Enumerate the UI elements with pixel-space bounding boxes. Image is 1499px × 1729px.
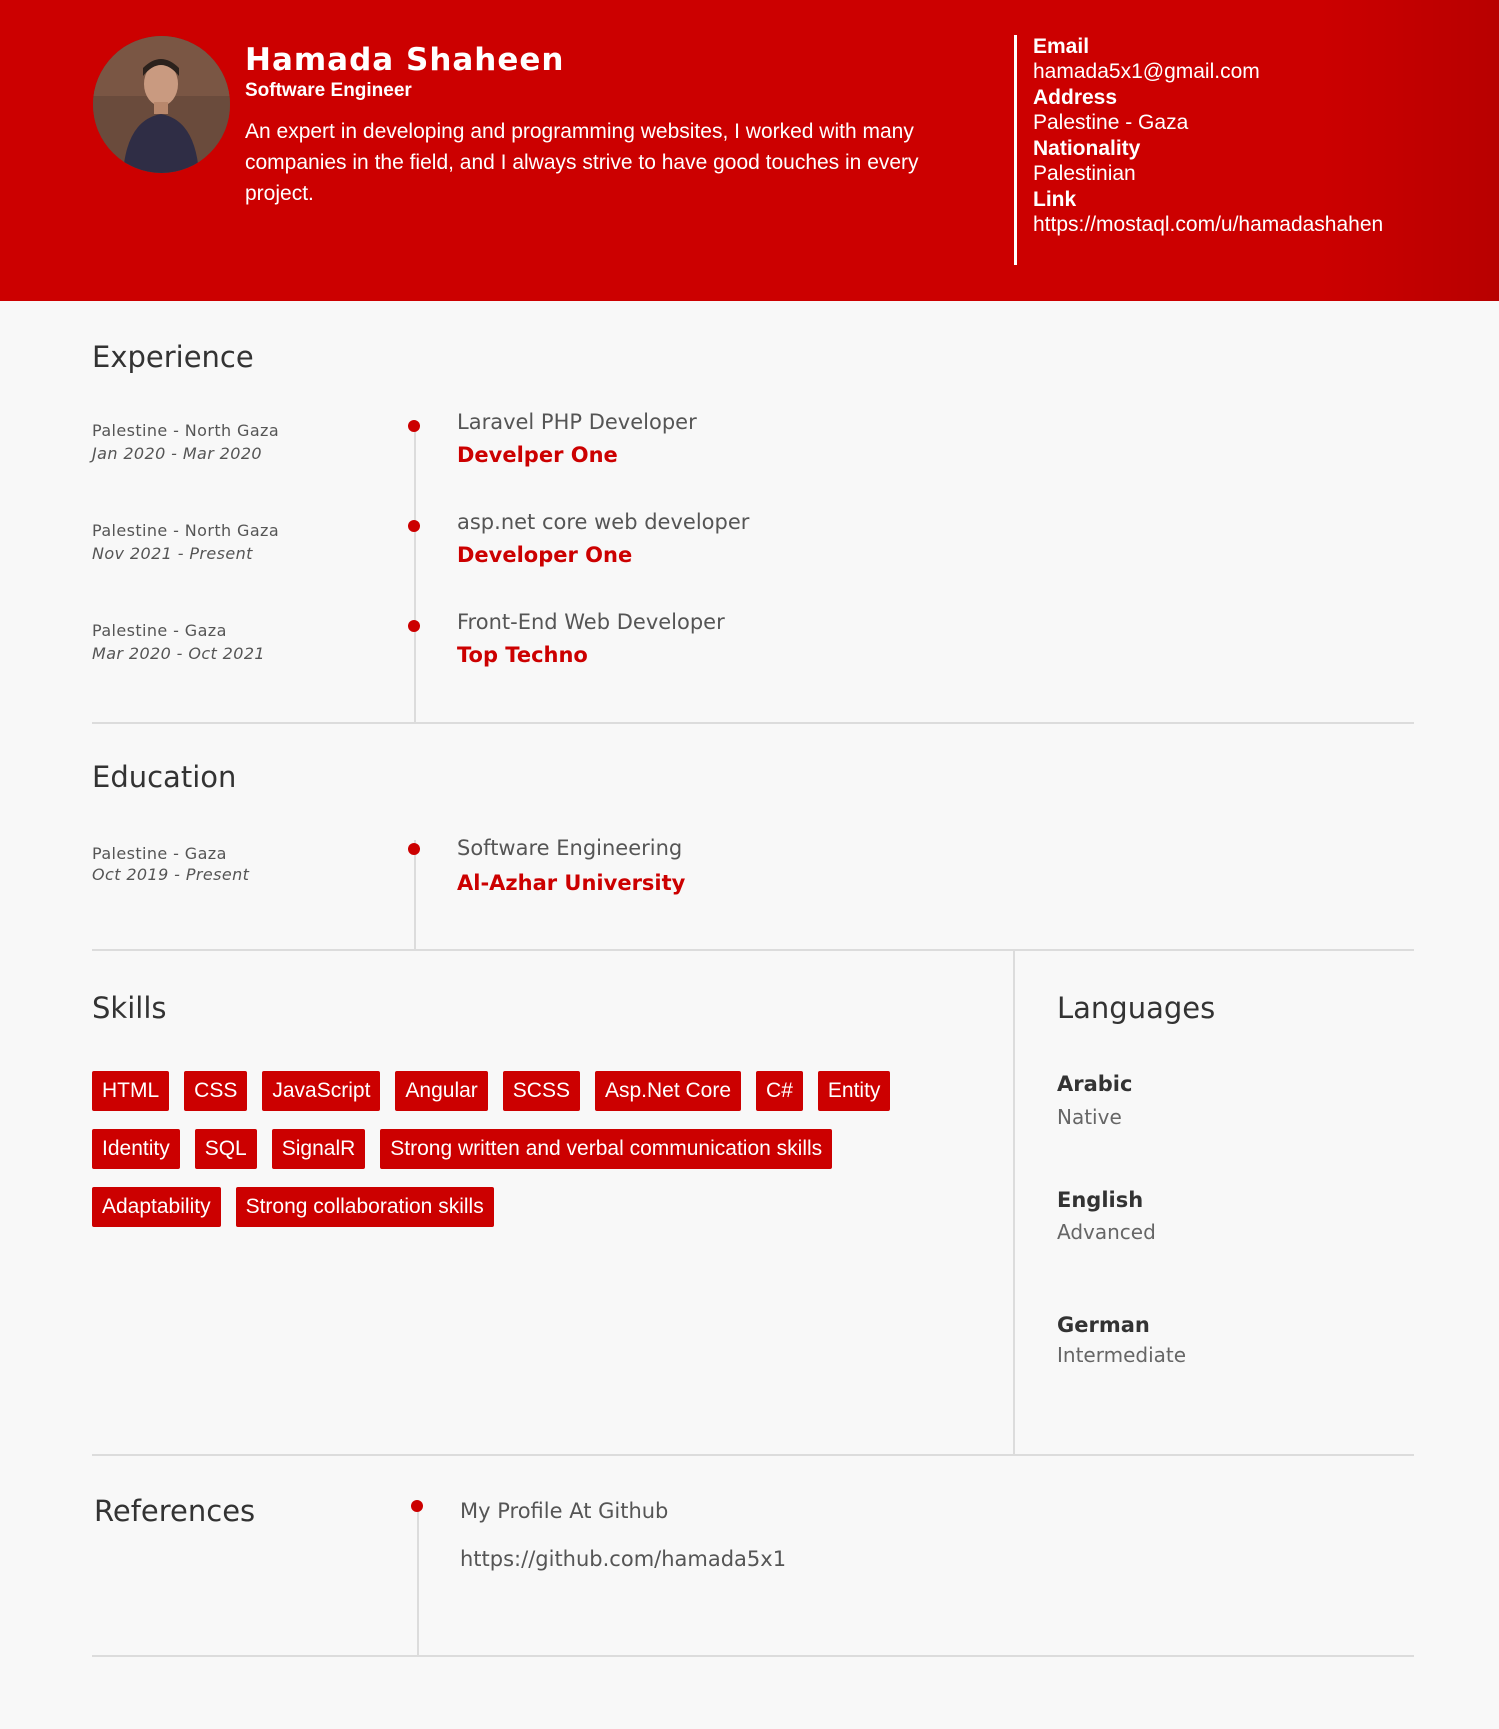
education-school: Al-Azhar University: [457, 871, 686, 895]
skills-list: HTML CSS JavaScript Angular SCSS Asp.Net…: [92, 1071, 952, 1245]
experience-dates: Mar 2020 - Oct 2021: [92, 644, 266, 663]
nationality-value: Palestinian: [1033, 162, 1136, 185]
skill-tag: SQL: [194, 1129, 257, 1169]
avatar-photo: [93, 36, 230, 173]
header-divider: [1014, 35, 1017, 265]
job-title: Software Engineer: [245, 80, 412, 101]
language-level: Advanced: [1057, 1220, 1156, 1244]
experience-location: Palestine - North Gaza: [92, 421, 280, 440]
language-name: English: [1057, 1188, 1144, 1212]
experience-location: Palestine - Gaza: [92, 621, 227, 640]
skill-tag: Angular: [395, 1071, 488, 1111]
language-name: German: [1057, 1313, 1150, 1337]
timeline-dot: [411, 1500, 423, 1512]
skill-tag: Adaptability: [92, 1187, 221, 1227]
skill-tag: CSS: [184, 1071, 248, 1111]
skills-heading: Skills: [92, 991, 167, 1025]
timeline-dot: [408, 420, 420, 432]
education-location: Palestine - Gaza: [92, 844, 227, 863]
column-divider: [1013, 950, 1015, 1456]
address-value: Palestine - Gaza: [1033, 111, 1189, 134]
language-name: Arabic: [1057, 1072, 1133, 1096]
nationality-label: Nationality: [1033, 137, 1141, 160]
experience-role: Laravel PHP Developer: [457, 410, 697, 434]
reference-url[interactable]: https://github.com/hamada5x1: [460, 1547, 786, 1571]
experience-location: Palestine - North Gaza: [92, 521, 280, 540]
link-value[interactable]: https://mostaql.com/u/hamadashahen: [1033, 212, 1413, 238]
references-timeline-line: [417, 1500, 419, 1657]
skill-tag: Asp.Net Core: [594, 1071, 742, 1111]
skill-tag: Strong collaboration skills: [235, 1187, 494, 1227]
experience-role: asp.net core web developer: [457, 510, 750, 534]
link-label: Link: [1033, 188, 1077, 211]
reference-title: My Profile At Github: [460, 1499, 669, 1523]
skill-tag: SCSS: [502, 1071, 580, 1111]
bio-text: An expert in developing and programming …: [245, 120, 919, 205]
email-label: Email: [1033, 35, 1090, 58]
skill-tag: JavaScript: [262, 1071, 381, 1111]
resume-page: Hamada Shaheen Software Engineer An expe…: [0, 0, 1499, 1729]
contact-info: Email hamada5x1@gmail.com Address Palest…: [1033, 34, 1433, 238]
skill-tag: SignalR: [271, 1129, 366, 1169]
header-banner: Hamada Shaheen Software Engineer An expe…: [0, 0, 1499, 301]
skill-tag: Identity: [92, 1129, 180, 1169]
experience-timeline-line: [414, 420, 416, 722]
experience-heading: Experience: [92, 340, 254, 374]
person-name: Hamada Shaheen: [245, 42, 565, 78]
skill-tag: Strong written and verbal communication …: [380, 1129, 833, 1169]
language-level: Native: [1057, 1105, 1122, 1129]
languages-heading: Languages: [1057, 991, 1216, 1025]
references-heading: References: [94, 1494, 256, 1528]
section-divider: [92, 949, 1414, 951]
section-divider: [92, 722, 1414, 724]
timeline-dot: [408, 843, 420, 855]
experience-company: Developer One: [457, 543, 633, 567]
experience-company: Develper One: [457, 443, 618, 467]
email-value[interactable]: hamada5x1@gmail.com: [1033, 59, 1433, 85]
language-level: Intermediate: [1057, 1343, 1187, 1367]
timeline-dot: [408, 520, 420, 532]
section-divider: [92, 1655, 1414, 1657]
address-label: Address: [1033, 86, 1118, 109]
skill-tag: C#: [756, 1071, 803, 1111]
education-dates: Oct 2019 - Present: [92, 865, 250, 884]
section-divider: [92, 1454, 1414, 1456]
experience-dates: Jan 2020 - Mar 2020: [92, 444, 263, 463]
experience-dates: Nov 2021 - Present: [92, 544, 253, 563]
experience-company: Top Techno: [457, 643, 588, 667]
avatar: [93, 36, 230, 173]
experience-role: Front-End Web Developer: [457, 610, 725, 634]
skill-tag: Entity: [817, 1071, 891, 1111]
education-timeline-line: [414, 840, 416, 950]
education-heading: Education: [92, 760, 237, 794]
skill-tag: HTML: [92, 1071, 170, 1111]
education-degree: Software Engineering: [457, 836, 683, 860]
timeline-dot: [408, 620, 420, 632]
